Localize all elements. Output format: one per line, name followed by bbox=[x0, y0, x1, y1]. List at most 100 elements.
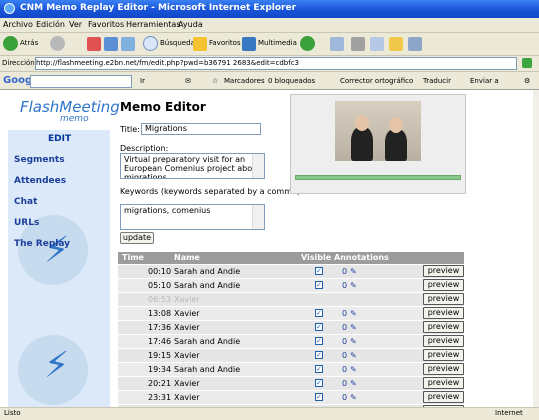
stop-icon[interactable] bbox=[87, 37, 101, 51]
google-go-button[interactable]: Ir bbox=[140, 77, 145, 85]
favorites-label[interactable]: Favoritos bbox=[209, 39, 241, 47]
visible-checkbox[interactable]: ✓ bbox=[315, 309, 323, 317]
header-time: Time bbox=[122, 253, 144, 262]
sidebar-item-chat[interactable]: Chat bbox=[14, 197, 37, 207]
visible-checkbox[interactable]: ✓ bbox=[315, 267, 323, 275]
google-search-input[interactable] bbox=[30, 75, 132, 88]
annotation-count[interactable]: 0 bbox=[342, 379, 347, 388]
popup-blocked[interactable]: 0 bloqueados bbox=[268, 77, 315, 85]
annotation-edit-icon[interactable]: ✎ bbox=[350, 309, 357, 318]
table-row: 20:21 Xavier ✓ 0 ✎ preview bbox=[118, 377, 464, 391]
status-zone: Internet bbox=[495, 409, 523, 417]
sidebar-item-urls[interactable]: URLs bbox=[14, 218, 39, 228]
print-icon[interactable] bbox=[351, 37, 365, 51]
sidebar-item-the-replay[interactable]: The Replay bbox=[14, 239, 70, 249]
video-progress-bar[interactable] bbox=[295, 175, 461, 180]
title-input[interactable]: Migrations bbox=[141, 123, 261, 135]
sidebar-item-segments[interactable]: Segments bbox=[14, 155, 65, 165]
home-icon[interactable] bbox=[121, 37, 135, 51]
multimedia-label[interactable]: Multimedia bbox=[258, 39, 297, 47]
description-textarea[interactable]: Virtual preparatory visit for an Europea… bbox=[120, 153, 265, 179]
preview-button[interactable]: preview bbox=[423, 279, 464, 291]
multimedia-icon[interactable] bbox=[242, 37, 256, 51]
back-label[interactable]: Atrás bbox=[20, 39, 38, 47]
description-label: Description: bbox=[120, 144, 169, 153]
edit-page-icon[interactable] bbox=[370, 37, 384, 51]
star-icon[interactable]: ☆ bbox=[212, 77, 218, 85]
annotation-count[interactable]: 0 bbox=[342, 393, 347, 402]
textarea-scrollbar[interactable] bbox=[252, 154, 264, 178]
annotation-edit-icon[interactable]: ✎ bbox=[350, 351, 357, 360]
annotation-edit-icon[interactable]: ✎ bbox=[350, 365, 357, 374]
menu-favoritos[interactable]: Favoritos bbox=[88, 20, 124, 29]
back-arrow-icon[interactable] bbox=[3, 36, 18, 51]
preview-button[interactable]: preview bbox=[423, 293, 464, 305]
menu-edicion[interactable]: Edición bbox=[36, 20, 65, 29]
address-input[interactable]: http://flashmeeting.e2bn.net/fm/edit.php… bbox=[35, 57, 517, 70]
menu-bar: Archivo Edición Ver Favoritos Herramient… bbox=[0, 18, 539, 33]
visible-checkbox[interactable]: ✓ bbox=[315, 281, 323, 289]
segment-name: Xavier bbox=[174, 379, 200, 388]
window-title-bar: CNM Memo Replay Editor - Microsoft Inter… bbox=[0, 0, 539, 18]
annotation-edit-icon[interactable]: ✎ bbox=[350, 267, 357, 276]
annotation-count[interactable]: 0 bbox=[342, 309, 347, 318]
favorites-star-icon[interactable] bbox=[193, 37, 207, 51]
annotation-count[interactable]: 0 bbox=[342, 365, 347, 374]
segment-name: Xavier bbox=[174, 393, 200, 402]
header-annotations: Annotations bbox=[334, 253, 389, 262]
update-button[interactable]: update bbox=[120, 232, 154, 244]
preview-button[interactable]: preview bbox=[423, 363, 464, 375]
preview-button[interactable]: preview bbox=[423, 335, 464, 347]
annotation-edit-icon[interactable]: ✎ bbox=[350, 337, 357, 346]
edit-label: EDIT bbox=[48, 134, 72, 144]
menu-archivo[interactable]: Archivo bbox=[3, 20, 33, 29]
textarea-scrollbar[interactable] bbox=[252, 205, 264, 229]
annotation-edit-icon[interactable]: ✎ bbox=[350, 323, 357, 332]
translate-button[interactable]: Traducir bbox=[423, 77, 451, 85]
preview-button[interactable]: preview bbox=[423, 321, 464, 333]
keywords-textarea[interactable]: migrations, comenius bbox=[120, 204, 265, 230]
menu-herramientas[interactable]: Herramientas bbox=[126, 20, 181, 29]
annotation-edit-icon[interactable]: ✎ bbox=[350, 281, 357, 290]
sidebar-item-attendees[interactable]: Attendees bbox=[14, 176, 66, 186]
send-to-button[interactable]: Enviar a bbox=[470, 77, 499, 85]
status-bar: Listo Internet bbox=[0, 407, 539, 420]
forward-arrow-icon[interactable] bbox=[50, 36, 65, 51]
folder-icon[interactable] bbox=[389, 37, 403, 51]
preview-button[interactable]: preview bbox=[423, 377, 464, 389]
annotation-count[interactable]: 0 bbox=[342, 323, 347, 332]
preview-button[interactable]: preview bbox=[423, 349, 464, 361]
annotation-count[interactable]: 0 bbox=[342, 281, 347, 290]
search-label[interactable]: Búsqueda bbox=[160, 39, 195, 47]
bookmarks-menu[interactable]: Marcadores bbox=[224, 77, 265, 85]
preview-button[interactable]: preview bbox=[423, 307, 464, 319]
annotation-count[interactable]: 0 bbox=[342, 267, 347, 276]
page-scrollbar[interactable] bbox=[533, 90, 539, 407]
spellcheck-button[interactable]: Corrector ortográfico bbox=[340, 77, 413, 85]
visible-checkbox[interactable]: ✓ bbox=[315, 351, 323, 359]
keywords-value: migrations, comenius bbox=[124, 206, 211, 215]
annotation-edit-icon[interactable]: ✎ bbox=[350, 379, 357, 388]
visible-checkbox[interactable]: ✓ bbox=[315, 393, 323, 401]
mail-icon[interactable] bbox=[330, 37, 344, 51]
go-arrow-icon[interactable] bbox=[522, 58, 532, 68]
annotation-edit-icon[interactable]: ✎ bbox=[350, 393, 357, 402]
search-icon[interactable] bbox=[143, 36, 158, 51]
messenger-icon[interactable] bbox=[408, 37, 422, 51]
annotation-count[interactable]: 0 bbox=[342, 337, 347, 346]
annotation-count[interactable]: 0 bbox=[342, 351, 347, 360]
settings-icon[interactable]: ⚙ bbox=[524, 77, 530, 85]
refresh-icon[interactable] bbox=[104, 37, 118, 51]
visible-checkbox[interactable]: ✓ bbox=[315, 365, 323, 373]
segment-name: Sarah and Andie bbox=[174, 337, 241, 346]
gmail-icon[interactable]: ✉ bbox=[185, 77, 191, 85]
visible-checkbox[interactable]: ✓ bbox=[315, 323, 323, 331]
table-row: 23:31 Xavier ✓ 0 ✎ preview bbox=[118, 391, 464, 405]
preview-button[interactable]: preview bbox=[423, 265, 464, 277]
preview-button[interactable]: preview bbox=[423, 391, 464, 403]
visible-checkbox[interactable]: ✓ bbox=[315, 379, 323, 387]
menu-ayuda[interactable]: Ayuda bbox=[178, 20, 203, 29]
visible-checkbox[interactable]: ✓ bbox=[315, 337, 323, 345]
history-icon[interactable] bbox=[300, 36, 315, 51]
menu-ver[interactable]: Ver bbox=[69, 20, 82, 29]
